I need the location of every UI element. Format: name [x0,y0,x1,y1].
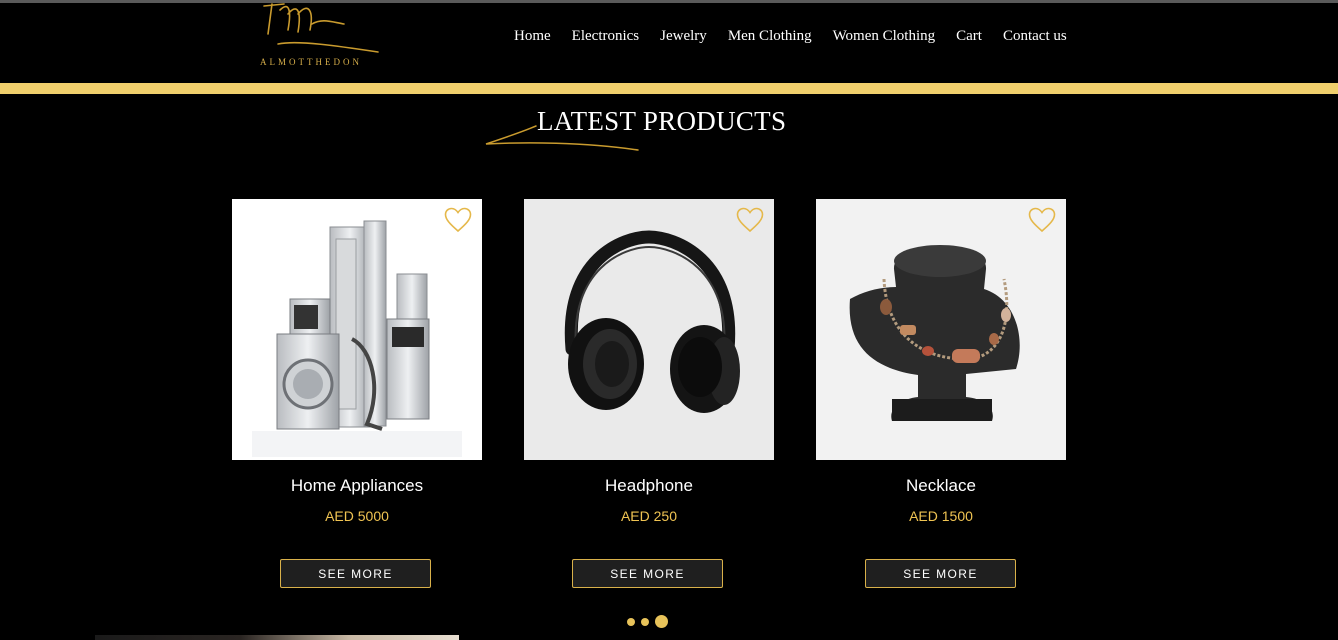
carousel-dot[interactable] [641,617,649,626]
main-nav: Home Electronics Jewelry Men Clothing Wo… [514,28,1067,45]
see-more-button[interactable]: SEE MORE [865,559,1016,588]
see-more-button[interactable]: SEE MORE [572,559,723,588]
nav-cart[interactable]: Cart [956,28,982,45]
product-image-necklace[interactable] [816,199,1066,460]
headphone-illustration [564,230,740,413]
logo-monogram-icon [263,3,379,53]
wishlist-heart-icon[interactable] [444,207,472,233]
nav-home[interactable]: Home [514,28,551,45]
necklace-illustration [849,245,1020,421]
product-name: Necklace [906,476,976,495]
see-more-button[interactable]: SEE MORE [280,559,431,588]
nav-electronics[interactable]: Electronics [572,28,639,45]
product-card: Necklace AED 1500 SEE MORE [816,199,1066,588]
product-image-home-appliances[interactable] [232,199,482,460]
nav-women-clothing[interactable]: Women Clothing [833,28,936,45]
product-price: AED 5000 [325,508,389,524]
wishlist-heart-icon[interactable] [736,207,764,233]
product-price: AED 1500 [909,508,973,524]
carousel-dot[interactable] [627,617,635,626]
section-title: LATEST PRODUCTS [537,106,787,136]
nav-men-clothing[interactable]: Men Clothing [728,28,812,45]
top-border [0,0,1338,3]
nav-contact-us[interactable]: Contact us [1003,28,1067,45]
product-price: AED 250 [620,508,678,524]
carousel-dot-active[interactable] [655,615,668,628]
product-card: Headphone AED 250 SEE MORE [524,199,774,588]
product-name: Headphone [605,476,693,495]
carousel-pagination [627,615,668,628]
product-image-headphone[interactable] [524,199,774,460]
wishlist-heart-icon[interactable] [1028,207,1056,233]
next-section-image-peek [95,635,459,640]
product-name: Home Appliances [290,476,424,495]
nav-jewelry[interactable]: Jewelry [660,28,707,45]
header-accent-bar [0,83,1338,94]
logo-wordmark: ALMOTTHEDON [260,57,362,67]
brand-logo[interactable]: ALMOTTHEDON [258,0,388,72]
product-card: Home Appliances AED 5000 SEE MORE [232,199,482,588]
appliances-illustration [252,220,462,457]
